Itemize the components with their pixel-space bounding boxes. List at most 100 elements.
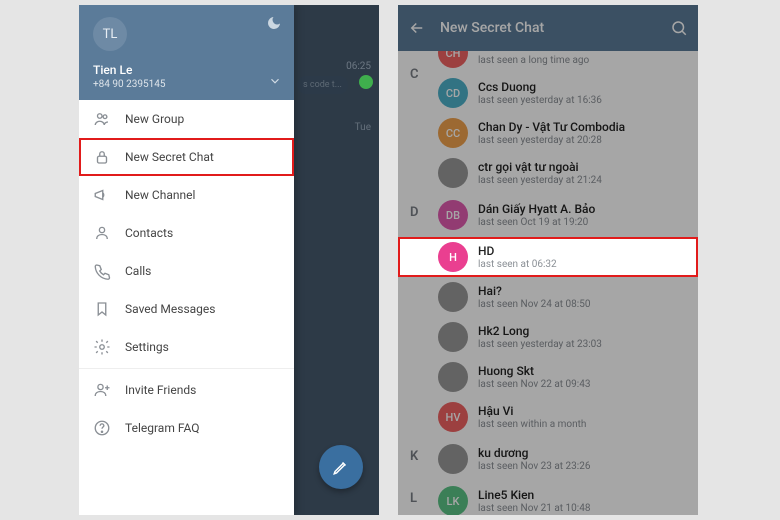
drawer-item-label: New Group <box>125 112 184 126</box>
contact-row[interactable]: LK Line5 Kienlast seen Nov 21 at 10:48 <box>398 481 698 515</box>
contact-meta: Hai?last seen Nov 24 at 08:50 <box>478 284 590 310</box>
navigation-drawer: TL Tien Le +84 90 2395145 New Group New S… <box>79 5 294 515</box>
contact-name: Dán Giấy Hyatt A. Bảo <box>478 202 595 216</box>
day-label: Tue <box>297 122 371 133</box>
contact-status: last seen at 06:32 <box>478 259 557 270</box>
contact-status: last seen within a month <box>478 419 586 430</box>
contact-row[interactable]: CC Chan Dy - Vật Tư Combodialast seen yes… <box>398 113 698 153</box>
contact-name: Hai? <box>478 284 590 298</box>
contact-row[interactable]: H HDlast seen at 06:32 <box>398 237 698 277</box>
contact-meta: Ccs Duonglast seen yesterday at 16:36 <box>478 80 602 106</box>
contact-name: Huong Skt <box>478 364 590 378</box>
megaphone-icon <box>93 186 111 204</box>
user-avatar: TL <box>93 17 127 51</box>
drawer-item-new-channel[interactable]: New Channel <box>79 176 294 214</box>
drawer-menu: New Group New Secret Chat New Channel Conta… <box>79 100 294 515</box>
contact-avatar: CD <box>438 78 468 108</box>
search-icon[interactable] <box>670 19 688 37</box>
gear-icon <box>93 338 111 356</box>
contact-meta: ctr gọi vật tư ngoàilast seen yesterday … <box>478 160 602 186</box>
contact-row[interactable]: Huong Sktlast seen Nov 22 at 09:43 <box>398 357 698 397</box>
contact-avatar: LK <box>438 486 468 515</box>
drawer-item-label: Contacts <box>125 226 173 240</box>
contact-status: last seen Nov 23 at 23:26 <box>478 461 590 472</box>
drawer-item-new-secret-chat[interactable]: New Secret Chat <box>79 138 294 176</box>
contact-avatar <box>438 158 468 188</box>
contact-status: last seen Nov 22 at 09:43 <box>478 379 590 390</box>
drawer-item-invite-friends[interactable]: Invite Friends <box>79 371 294 409</box>
night-mode-icon[interactable] <box>266 15 282 31</box>
contact-row[interactable]: CH ...last seen a long time ago <box>398 51 698 73</box>
contact-avatar: CH <box>438 51 468 68</box>
user-name: Tien Le <box>93 63 280 77</box>
phone-icon <box>93 262 111 280</box>
drawer-item-label: New Channel <box>125 188 195 202</box>
contact-avatar <box>438 444 468 474</box>
contact-status: last seen yesterday at 20:28 <box>478 135 625 146</box>
drawer-item-settings[interactable]: Settings <box>79 328 294 366</box>
contact-avatar: H <box>438 242 468 272</box>
contact-row[interactable]: ctr gọi vật tư ngoàilast seen yesterday … <box>398 153 698 193</box>
contact-row[interactable]: Hk2 Longlast seen yesterday at 23:03 <box>398 317 698 357</box>
contact-name: ku dương <box>478 446 590 460</box>
contact-name: Chan Dy - Vật Tư Combodia <box>478 120 625 134</box>
pencil-icon <box>332 458 350 476</box>
unread-dot <box>359 75 373 89</box>
contact-name: HD <box>478 244 557 258</box>
user-phone: +84 90 2395145 <box>93 79 280 90</box>
right-phone-frame: New Secret Chat CC H ...last seen a long t… <box>398 5 698 515</box>
person-icon <box>93 224 111 242</box>
group-icon <box>93 110 111 128</box>
contact-meta: Line5 Kienlast seen Nov 21 at 10:48 <box>478 488 590 514</box>
drawer-item-new-group[interactable]: New Group <box>79 100 294 138</box>
background-chat-preview: 06:25 s code t... Tue <box>289 55 379 139</box>
contact-avatar: HV <box>438 402 468 432</box>
back-icon[interactable] <box>408 19 426 37</box>
contact-meta: Hậu Vilast seen within a month <box>478 404 586 430</box>
contact-meta: Dán Giấy Hyatt A. Bảolast seen Oct 19 at… <box>478 202 595 228</box>
contact-row[interactable]: Hai?last seen Nov 24 at 08:50 <box>398 277 698 317</box>
drawer-item-label: Settings <box>125 340 169 354</box>
message-time: 06:25 <box>297 61 371 72</box>
drawer-header[interactable]: TL Tien Le +84 90 2395145 <box>79 5 294 100</box>
contact-list[interactable]: CC H ...last seen a long time ago CD Ccs Duo… <box>398 51 698 515</box>
bookmark-icon <box>93 300 111 318</box>
contact-name: Line5 Kien <box>478 488 590 502</box>
left-phone-frame: 06:25 s code t... Tue TL Tien Le +84 90 … <box>79 5 379 515</box>
drawer-item-label: Telegram FAQ <box>125 421 199 435</box>
contact-name: Hậu Vi <box>478 404 586 418</box>
contact-status: last seen Nov 21 at 10:48 <box>478 503 590 514</box>
add-person-icon <box>93 381 111 399</box>
chevron-down-icon[interactable] <box>268 74 282 88</box>
contact-status: last seen Oct 19 at 19:20 <box>478 217 595 228</box>
page-title: New Secret Chat <box>440 20 656 36</box>
contact-meta: Huong Sktlast seen Nov 22 at 09:43 <box>478 364 590 390</box>
contact-row[interactable]: CD Ccs Duonglast seen yesterday at 16:36 <box>398 73 698 113</box>
divider <box>79 368 294 369</box>
contact-meta: Hk2 Longlast seen yesterday at 23:03 <box>478 324 602 350</box>
contact-status: last seen Nov 24 at 08:50 <box>478 299 590 310</box>
drawer-item-label: Calls <box>125 264 151 278</box>
contact-avatar <box>438 322 468 352</box>
contact-meta: ku dươnglast seen Nov 23 at 23:26 <box>478 446 590 472</box>
contact-avatar <box>438 362 468 392</box>
contact-meta: Chan Dy - Vật Tư Combodialast seen yeste… <box>478 120 625 146</box>
drawer-item-saved-messages[interactable]: Saved Messages <box>79 290 294 328</box>
contact-meta: HDlast seen at 06:32 <box>478 244 557 270</box>
contact-name: ctr gọi vật tư ngoài <box>478 160 602 174</box>
drawer-item-contacts[interactable]: Contacts <box>79 214 294 252</box>
compose-fab[interactable] <box>319 445 363 489</box>
contact-row[interactable]: HV Hậu Vilast seen within a month <box>398 397 698 437</box>
contact-row[interactable]: ku dươnglast seen Nov 23 at 23:26 <box>398 439 698 479</box>
contact-status: last seen a long time ago <box>478 55 589 66</box>
contact-avatar: CC <box>438 118 468 148</box>
contact-avatar <box>438 282 468 312</box>
help-icon <box>93 419 111 437</box>
message-bubble: s code t... <box>297 76 348 94</box>
drawer-item-telegram-faq[interactable]: Telegram FAQ <box>79 409 294 447</box>
contact-meta: ...last seen a long time ago <box>478 51 589 66</box>
contact-row[interactable]: DBDán Giấy Hyatt A. Bảolast seen Oct 19 … <box>398 195 698 235</box>
contact-name: Ccs Duong <box>478 80 602 94</box>
drawer-item-calls[interactable]: Calls <box>79 252 294 290</box>
contact-picker-header: New Secret Chat <box>398 5 698 51</box>
